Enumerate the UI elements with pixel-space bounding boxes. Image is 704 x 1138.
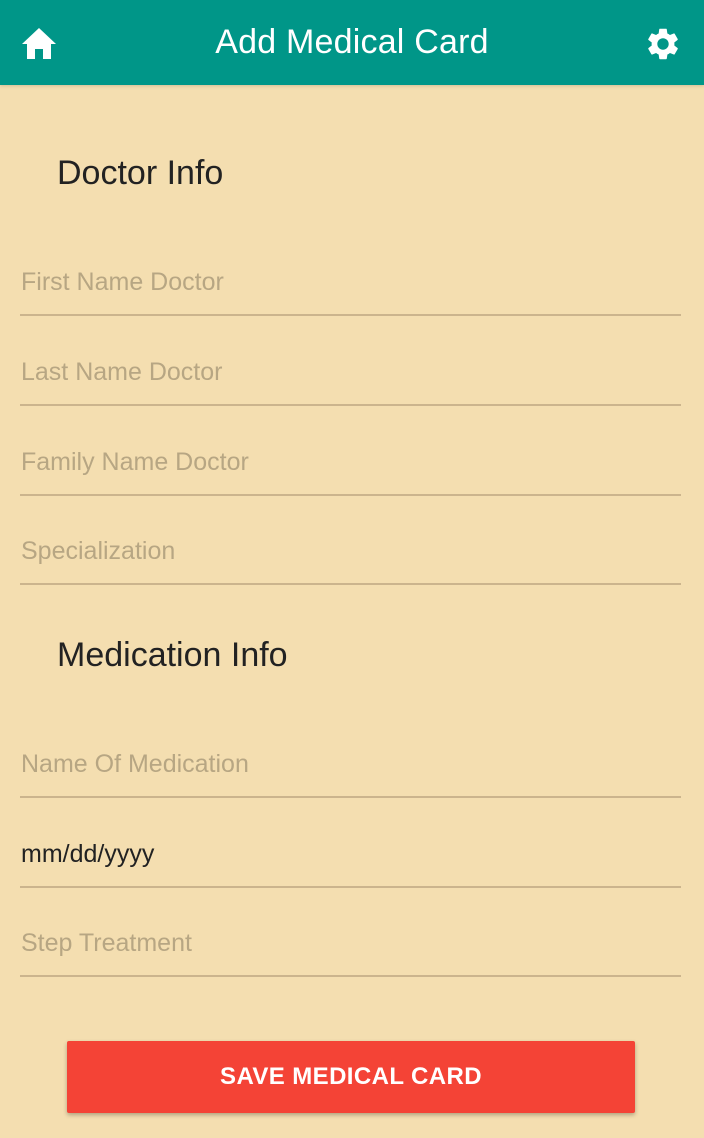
medication-info-heading: Medication Info [57, 636, 288, 674]
gear-icon[interactable] [644, 25, 682, 63]
first-name-doctor-field[interactable] [20, 252, 681, 316]
medication-name-field[interactable] [20, 734, 681, 798]
page-title: Add Medical Card [215, 23, 489, 61]
last-name-doctor-input[interactable] [20, 342, 681, 402]
doctor-info-heading: Doctor Info [57, 154, 224, 192]
specialization-input[interactable] [20, 521, 681, 581]
family-name-doctor-field[interactable] [20, 432, 681, 496]
last-name-doctor-field[interactable] [20, 342, 681, 406]
first-name-doctor-input[interactable] [20, 252, 681, 312]
date-input[interactable]: mm/dd/yyyy [21, 837, 154, 871]
date-field[interactable]: mm/dd/yyyy [20, 824, 681, 888]
family-name-doctor-input[interactable] [20, 432, 681, 492]
step-treatment-input[interactable] [20, 913, 681, 973]
save-medical-card-button[interactable]: SAVE MEDICAL CARD [67, 1041, 635, 1113]
specialization-field[interactable] [20, 521, 681, 585]
medication-name-input[interactable] [20, 734, 681, 794]
step-treatment-field[interactable] [20, 913, 681, 977]
app-header: Add Medical Card [0, 0, 704, 85]
